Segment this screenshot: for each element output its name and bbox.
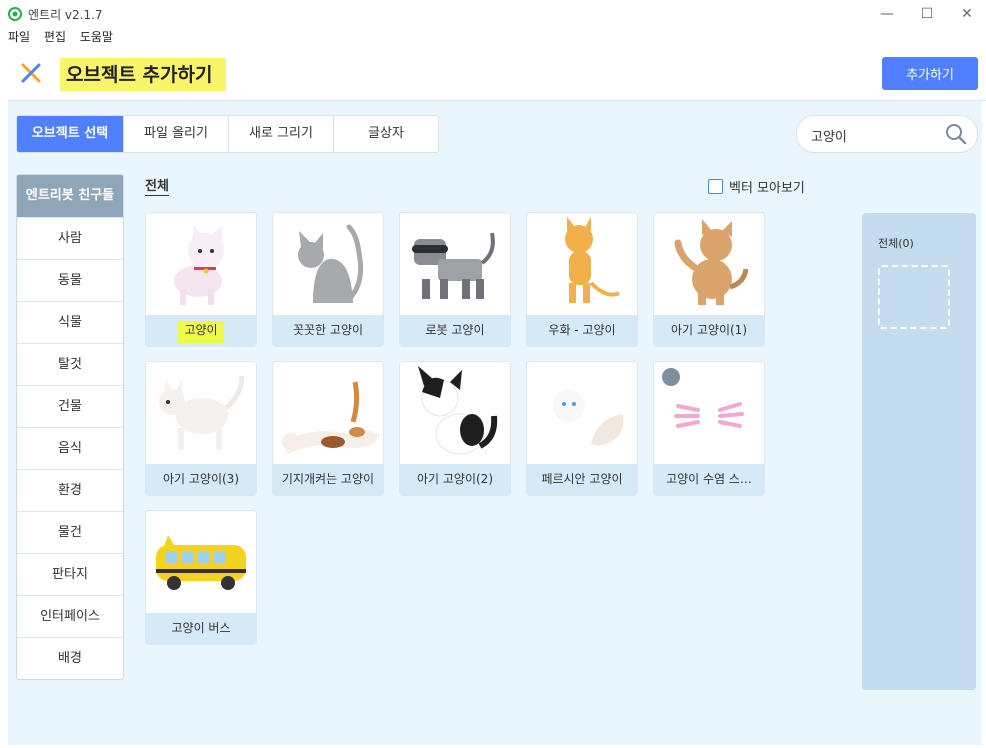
selected-count: 전체(0) [878,237,914,250]
tab-text-box[interactable]: 글상자 [334,116,438,152]
sidebar-item-environment[interactable]: 환경 [17,469,123,511]
tab-select-object[interactable]: 오브젝트 선택 [17,116,124,152]
card-label: 로봇 고양이 [400,315,510,346]
sidebar-item-animals[interactable]: 동물 [17,259,123,301]
entry-app-icon [8,7,22,21]
search-box [796,115,978,153]
object-card[interactable]: 고양이 버스 [145,510,257,645]
card-label: 페르시안 고양이 [527,464,637,495]
add-button[interactable]: 추가하기 [882,57,978,90]
highlighted-card-label: 고양이 [178,321,224,343]
menu-bar: 파일 편집 도움말 [0,28,115,46]
persian-cat-icon [553,390,624,446]
card-label: 고양이 [146,315,256,346]
cat-bus-icon [156,535,246,590]
object-card[interactable]: 로봇 고양이 [399,212,511,347]
menu-help[interactable]: 도움말 [80,30,113,44]
window-title: 엔트리 v2.1.7 [28,8,103,22]
object-card[interactable]: 아기 고양이(3) [145,361,257,496]
sidebar-item-things[interactable]: 물건 [17,511,123,553]
menu-file[interactable]: 파일 [8,30,30,44]
close-window-button[interactable]: ✕ [952,4,982,24]
sidebar-item-food[interactable]: 음식 [17,427,123,469]
category-sidebar: 엔트리봇 친구들 사람 동물 식물 탈것 건물 음식 환경 물건 판타지 인터페… [16,174,124,680]
card-label: 아기 고양이(2) [400,464,510,495]
tab-upload-file[interactable]: 파일 올리기 [124,116,229,152]
search-icon[interactable] [945,123,967,145]
object-card[interactable]: 페르시안 고양이 [526,361,638,496]
section-title: 전체 [145,179,169,196]
card-label: 아기 고양이(1) [654,315,764,346]
card-label: 고양이 수염 스… [654,464,764,495]
sidebar-item-vehicles[interactable]: 탈것 [17,343,123,385]
sidebar-header[interactable]: 엔트리봇 친구들 [17,175,123,217]
card-label: 기지개켜는 고양이 [273,464,383,495]
sidebar-item-buildings[interactable]: 건물 [17,385,123,427]
sidebar-item-interface[interactable]: 인터페이스 [17,595,123,637]
selected-objects-panel: 전체(0) [862,213,976,690]
object-card[interactable]: 고양이 수염 스… [653,361,765,496]
card-label: 우화 - 고양이 [527,315,637,346]
main-area: 오브젝트 선택 파일 올리기 새로 그리기 글상자 엔트리봇 친구들 사람 동물… [8,101,982,745]
card-label: 아기 고양이(3) [146,464,256,495]
maximize-button[interactable]: ☐ [912,4,942,24]
object-card[interactable]: 기지개켜는 고양이 [272,361,384,496]
object-card[interactable]: 고양이 [145,212,257,347]
source-tabs: 오브젝트 선택 파일 올리기 새로 그리기 글상자 [16,115,439,153]
menu-edit[interactable]: 편집 [44,30,66,44]
drop-slot[interactable] [878,265,950,329]
object-card[interactable]: 아기 고양이(1) [653,212,765,347]
kitten-icon [674,219,749,305]
vector-label: 벡터 모아보기 [729,181,805,196]
object-card[interactable]: 우화 - 고양이 [526,212,638,347]
search-input[interactable] [809,124,943,146]
whisker-sticker-icon [674,402,744,428]
stretching-cat-icon [281,381,380,455]
robot-cat-icon [412,232,495,299]
tab-new-drawing[interactable]: 새로 그리기 [229,116,334,152]
window-titlebar: 엔트리 v2.1.7 — ☐ ✕ [0,0,986,28]
standing-cat-icon [565,217,620,303]
close-x-icon[interactable] [20,62,42,84]
white-cat-icon [174,225,224,305]
dialog-header: 오브젝트 추가하기 추가하기 [8,46,986,101]
object-card[interactable]: 꼿꼿한 고양이 [272,212,384,347]
gray-cat-icon [298,224,364,303]
dialog-title: 오브젝트 추가하기 [60,58,227,91]
card-label: 고양이 버스 [146,613,256,644]
kitten-icon [418,366,498,455]
vector-view-toggle[interactable]: 벡터 모아보기 [708,177,805,196]
sidebar-item-background[interactable]: 배경 [17,637,123,679]
sidebar-item-people[interactable]: 사람 [17,217,123,259]
vector-checkbox[interactable] [708,179,723,194]
sidebar-item-fantasy[interactable]: 판타지 [17,553,123,595]
sidebar-item-plants[interactable]: 식물 [17,301,123,343]
kitten-icon [159,375,245,450]
card-label: 꼿꼿한 고양이 [273,315,383,346]
minimize-button[interactable]: — [872,4,902,24]
object-card[interactable]: 아기 고양이(2) [399,361,511,496]
